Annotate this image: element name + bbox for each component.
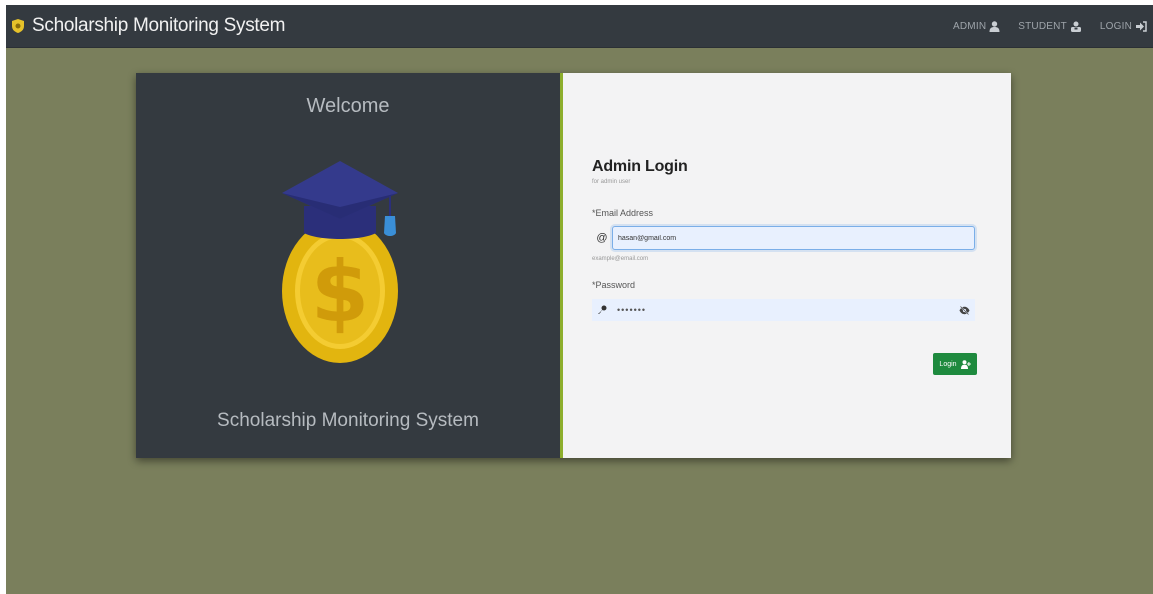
brand-title: Scholarship Monitoring System: [32, 15, 286, 36]
app-frame: Scholarship Monitoring System ADMIN STUD…: [6, 5, 1153, 594]
password-group: [592, 299, 975, 321]
nav-login-label: LOGIN: [1099, 21, 1132, 32]
email-field[interactable]: [612, 226, 975, 250]
welcome-panel: Welcome $ Scholarship Monitoring System: [136, 73, 563, 458]
welcome-heading: Welcome: [306, 95, 390, 117]
nav-student-label: STUDENT: [1018, 21, 1067, 32]
password-label: *Password: [592, 280, 636, 290]
svg-text:$: $: [311, 243, 369, 341]
login-card: Welcome $ Scholarship Monitoring System: [136, 73, 1011, 458]
at-icon: @: [596, 232, 608, 244]
nav-admin-link[interactable]: ADMIN: [953, 21, 1000, 32]
email-group: @: [592, 226, 975, 250]
login-title: Admin Login: [592, 158, 688, 175]
shield-icon: [12, 19, 24, 33]
login-button[interactable]: Login: [933, 353, 977, 375]
password-field[interactable]: [612, 299, 953, 321]
login-subtitle: for admin user: [592, 179, 631, 185]
nav-student-link[interactable]: STUDENT: [1018, 21, 1082, 32]
sign-in-icon: [1136, 21, 1147, 32]
graduation-coin-icon: $: [282, 161, 398, 363]
user-icon: [989, 21, 1000, 32]
email-help: example@email.com: [592, 256, 649, 262]
nav-login-link[interactable]: LOGIN: [1100, 21, 1147, 32]
nav-admin-label: ADMIN: [953, 21, 987, 32]
eye-slash-icon[interactable]: [953, 299, 975, 321]
email-label: *Email Address: [592, 208, 654, 218]
brand[interactable]: Scholarship Monitoring System: [12, 15, 286, 37]
nav-links: ADMIN STUDENT LOGIN: [953, 5, 1153, 48]
key-icon: [592, 298, 612, 322]
user-plus-icon: [960, 359, 971, 369]
login-button-label: Login: [939, 360, 957, 368]
login-panel: Admin Login for admin user *Email Addres…: [563, 73, 1011, 458]
navbar: Scholarship Monitoring System ADMIN STUD…: [6, 5, 1153, 48]
student-icon: [1070, 21, 1081, 32]
system-title: Scholarship Monitoring System: [217, 410, 479, 431]
